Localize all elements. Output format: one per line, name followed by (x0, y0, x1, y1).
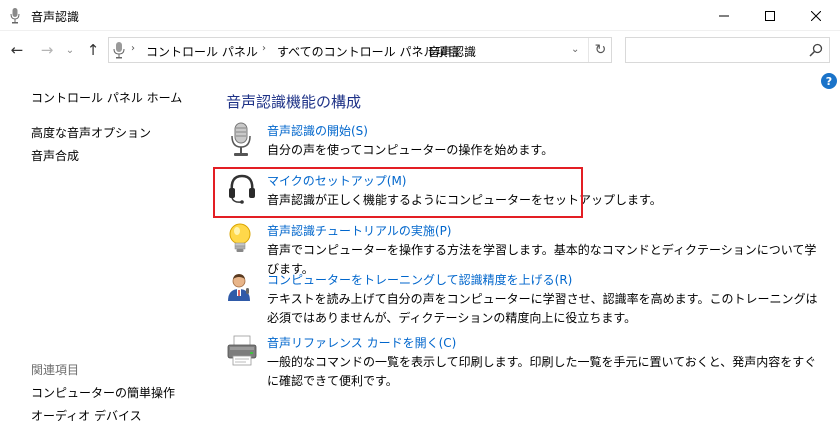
title-bar: 音声認識 (0, 0, 840, 31)
speech-tutorial-link[interactable]: 音声認識チュートリアルの実施(P) (267, 222, 451, 239)
search-box[interactable] (625, 37, 830, 63)
breadcrumb-speech-recognition[interactable]: 音声認識 (428, 43, 476, 60)
back-button[interactable]: ← (7, 40, 27, 60)
lightbulb-icon (229, 223, 251, 252)
refresh-icon: ↻ (594, 42, 607, 58)
train-computer-link[interactable]: コンピューターをトレーニングして認識精度を上げる(R) (267, 271, 572, 288)
search-input[interactable] (630, 38, 800, 62)
task-description: 一般的なコマンドの一覧を表示して印刷します。印刷した一覧を手元に置いておくと、発… (267, 355, 817, 388)
start-speech-recognition-link[interactable]: 音声認識の開始(S) (267, 122, 368, 139)
control-panel-home-link[interactable]: コントロール パネル ホーム (31, 89, 182, 106)
printer-icon (227, 335, 257, 366)
related-items-heading: 関連項目 (31, 363, 80, 377)
help-icon: ? (825, 74, 833, 88)
task-description: テキストを読み上げて自分の声をコンピューターに学習させ、認識率を高めます。このト… (267, 292, 818, 325)
microphone-app-icon (10, 8, 20, 24)
microphone-icon (113, 42, 125, 59)
open-reference-card-link[interactable]: 音声リファレンス カードを開く(C) (267, 334, 456, 351)
recent-locations-button[interactable]: ⌄ (63, 40, 77, 60)
arrow-left-icon: ← (10, 41, 24, 59)
breadcrumb-control-panel[interactable]: コントロール パネル (146, 43, 258, 60)
address-dropdown-icon[interactable]: ⌄ (571, 44, 579, 55)
maximize-button[interactable] (747, 0, 793, 31)
left-pane: コントロール パネル ホーム 高度な音声オプション 音声合成 関連項目 コンピュ… (0, 71, 210, 443)
arrow-up-icon: ↑ (86, 41, 100, 59)
refresh-button[interactable]: ↻ (588, 38, 612, 62)
forward-button[interactable]: → (37, 40, 57, 60)
navigation-bar: ← → ⌄ ↑ › コントロール パネル › すべてのコントロール パネル項目 … (0, 31, 840, 71)
close-icon (811, 10, 821, 21)
microphone-icon (231, 122, 251, 156)
maximize-icon (765, 10, 775, 21)
breadcrumb-separator[interactable]: › (262, 43, 266, 54)
close-button[interactable] (793, 0, 839, 31)
highlight-box (213, 167, 583, 218)
user-speaking-icon (228, 274, 250, 301)
search-icon[interactable] (809, 43, 823, 57)
address-bar[interactable]: › コントロール パネル › すべてのコントロール パネル項目 › 音声認識 ⌄… (108, 37, 612, 63)
advanced-speech-options-link[interactable]: 高度な音声オプション (31, 124, 151, 141)
audio-devices-link[interactable]: オーディオ デバイス (31, 407, 142, 424)
text-to-speech-link[interactable]: 音声合成 (31, 147, 79, 164)
help-button[interactable]: ? (821, 73, 837, 89)
window-title: 音声認識 (31, 10, 80, 24)
minimize-icon (719, 15, 729, 16)
minimize-button[interactable] (701, 0, 747, 31)
chevron-down-icon: ⌄ (65, 44, 75, 56)
arrow-right-icon: → (40, 41, 54, 59)
page-title: 音声認識機能の構成 (226, 93, 362, 111)
up-button[interactable]: ↑ (83, 40, 103, 60)
task-description: 自分の声を使ってコンピューターの操作を始めます。 (267, 143, 554, 157)
breadcrumb-separator[interactable]: › (413, 43, 417, 54)
ease-of-access-link[interactable]: コンピューターの簡単操作 (31, 384, 175, 401)
breadcrumb-separator[interactable]: › (131, 43, 135, 54)
